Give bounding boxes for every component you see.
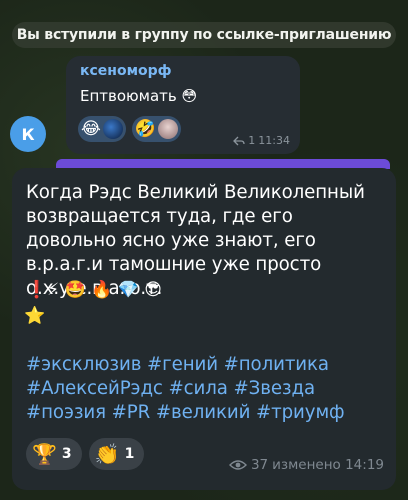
reaction-count: 3 [61, 446, 72, 462]
reaction-clap[interactable]: 👏 1 [88, 438, 145, 470]
reply-count: 1 [248, 134, 256, 147]
message-text: Ептвоюмать 😳 [80, 87, 198, 105]
star-emoji: ⭐ [24, 306, 46, 326]
emoji-line: ❗⚡ 🤩 🔥 💎 😎 [26, 280, 162, 300]
reaction-chip[interactable]: 😂 [78, 116, 126, 142]
trophy-icon: 🏆 [32, 442, 57, 466]
view-count: 37 [250, 457, 269, 473]
reaction-chip[interactable]: 🤣 [131, 116, 182, 142]
hashtag-links[interactable]: #эксклюзив #гений #политика #АлексейРэдс… [26, 353, 382, 425]
reply-icon [233, 136, 245, 145]
reaction-trophy[interactable]: 🏆 3 [26, 438, 82, 470]
avatar[interactable]: К [10, 116, 46, 152]
message-time: 11:34 [258, 134, 290, 147]
avatar-letter: К [21, 124, 35, 144]
reaction-count: 1 [124, 446, 135, 462]
rofl-emoji-icon: 🤣 [134, 118, 157, 139]
laughing-emoji-icon: 😂 [81, 118, 101, 139]
sender-name[interactable]: ксеноморф [80, 63, 172, 79]
message-meta: 37 изменено 14:19 [228, 457, 384, 473]
edited-status: изменено 14:19 [272, 457, 384, 473]
reactions-row: 🏆 3 👏 1 [26, 438, 145, 470]
service-message-text: Вы вступили в группу по ссылке-приглашен… [16, 27, 392, 43]
message-meta: 1 11:34 [233, 134, 290, 147]
message-bubble-main[interactable]: Когда Рэдс Великий Великолепный возвраща… [12, 168, 396, 490]
service-message: Вы вступили в группу по ссылке-приглашен… [12, 22, 396, 48]
message-bubble-previous[interactable]: ксеноморф Ептвоюмать 😳 😂 🤣 1 11:34 [66, 56, 300, 154]
reactions-row: 😂 🤣 [78, 116, 182, 142]
eye-icon [228, 460, 247, 470]
clap-icon: 👏 [94, 442, 120, 466]
user-avatar-blue [102, 119, 123, 139]
user-avatar-pink [158, 119, 179, 139]
